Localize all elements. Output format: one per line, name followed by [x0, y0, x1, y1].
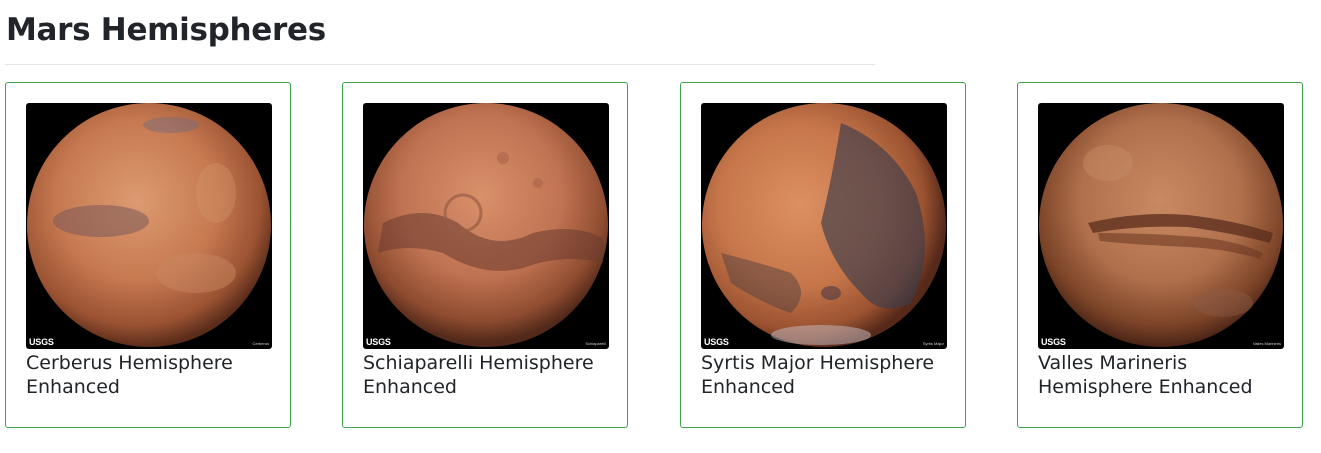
- hemisphere-card-syrtis-major: USGS Syrtis Major Syrtis Major Hemispher…: [680, 82, 966, 428]
- hemisphere-card-cerberus: USGS Cerberus Cerberus Hemisphere Enhanc…: [5, 82, 291, 428]
- usgs-logo: USGS: [1041, 337, 1066, 347]
- usgs-logo: USGS: [704, 337, 729, 347]
- hemisphere-title[interactable]: Valles Marineris Hemisphere Enhanced: [1038, 351, 1288, 399]
- image-caption: Syrtis Major: [922, 341, 944, 346]
- usgs-logo: USGS: [29, 337, 54, 347]
- mars-globe-icon: [1039, 103, 1283, 347]
- image-caption: Valles Marineris: [1252, 341, 1281, 346]
- hemisphere-card-valles-marineris: USGS Valles Marineris Valles Marineris H…: [1017, 82, 1303, 428]
- page-title: Mars Hemispheres: [6, 12, 326, 48]
- hemisphere-title[interactable]: Cerberus Hemisphere Enhanced: [26, 351, 276, 399]
- hemisphere-image-schiaparelli[interactable]: USGS Schiaparelli: [363, 103, 609, 349]
- mars-globe-icon: [364, 103, 608, 347]
- image-caption: Schiaparelli: [585, 341, 606, 346]
- mars-globe-icon: [702, 103, 946, 347]
- hemisphere-title[interactable]: Syrtis Major Hemisphere Enhanced: [701, 351, 951, 399]
- hemisphere-image-syrtis-major[interactable]: USGS Syrtis Major: [701, 103, 947, 349]
- image-caption: Cerberus: [252, 341, 269, 346]
- hemisphere-image-valles-marineris[interactable]: USGS Valles Marineris: [1038, 103, 1284, 349]
- hemisphere-card-schiaparelli: USGS Schiaparelli Schiaparelli Hemispher…: [342, 82, 628, 428]
- hemisphere-title[interactable]: Schiaparelli Hemisphere Enhanced: [363, 351, 613, 399]
- title-divider: [5, 64, 875, 65]
- mars-globe-icon: [27, 103, 271, 347]
- hemisphere-image-cerberus[interactable]: USGS Cerberus: [26, 103, 272, 349]
- usgs-logo: USGS: [366, 337, 391, 347]
